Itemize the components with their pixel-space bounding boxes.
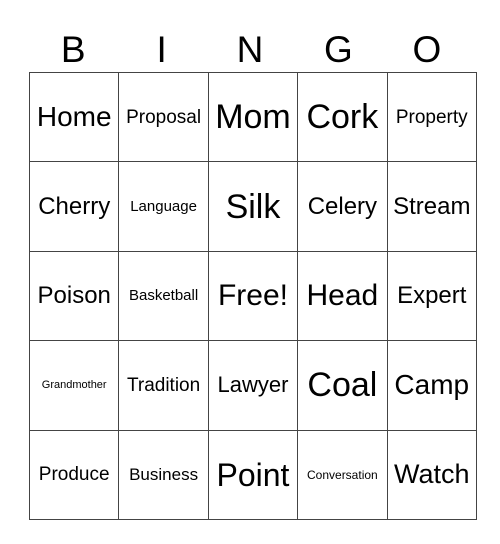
- bingo-cell[interactable]: Cherry: [28, 161, 120, 252]
- bingo-cell[interactable]: Free!: [207, 250, 299, 342]
- bingo-header: B I N G O: [29, 28, 471, 72]
- bingo-cell[interactable]: Stream: [386, 161, 477, 252]
- bingo-cell[interactable]: Celery: [297, 161, 388, 252]
- header-letter: I: [156, 29, 167, 70]
- bingo-cell[interactable]: Business: [118, 429, 209, 520]
- bingo-cell[interactable]: Coal: [297, 340, 388, 431]
- bingo-row: Produce Business Point Conversation Watch: [28, 429, 477, 520]
- bingo-cell[interactable]: Head: [297, 250, 388, 342]
- bingo-cell[interactable]: Poison: [28, 250, 120, 342]
- bingo-cell[interactable]: Conversation: [297, 429, 388, 520]
- bingo-row: Home Proposal Mom Cork Property: [28, 71, 477, 163]
- bingo-row: Cherry Language Silk Celery Stream: [28, 161, 477, 252]
- bingo-cell[interactable]: Point: [207, 429, 299, 520]
- bingo-cell[interactable]: Proposal: [118, 71, 209, 163]
- bingo-cell[interactable]: Grandmother: [28, 340, 120, 431]
- bingo-cell[interactable]: Property: [386, 71, 477, 163]
- bingo-cell[interactable]: Cork: [297, 71, 388, 163]
- bingo-cell[interactable]: Watch: [386, 429, 477, 520]
- bingo-cell[interactable]: Produce: [28, 429, 120, 520]
- bingo-cell[interactable]: Tradition: [118, 340, 209, 431]
- bingo-row: Poison Basketball Free! Head Expert: [28, 250, 477, 342]
- bingo-cell[interactable]: Expert: [386, 250, 477, 342]
- bingo-cell[interactable]: Camp: [386, 340, 477, 431]
- bingo-cell[interactable]: Lawyer: [207, 340, 299, 431]
- bingo-grid: Home Proposal Mom Cork Property Cherry Languag…: [28, 71, 477, 520]
- header-letter: N: [236, 29, 264, 70]
- header-letter: G: [324, 29, 353, 70]
- bingo-cell[interactable]: Silk: [207, 161, 299, 252]
- bingo-row: Grandmother Tradition Lawyer Coal Camp: [28, 340, 477, 431]
- bingo-cell[interactable]: Language: [118, 161, 209, 252]
- header-letter: B: [60, 29, 86, 70]
- header-letter: O: [412, 29, 442, 70]
- bingo-cell[interactable]: Basketball: [118, 250, 209, 342]
- bingo-cell[interactable]: Home: [28, 71, 120, 163]
- bingo-cell[interactable]: Mom: [207, 71, 299, 163]
